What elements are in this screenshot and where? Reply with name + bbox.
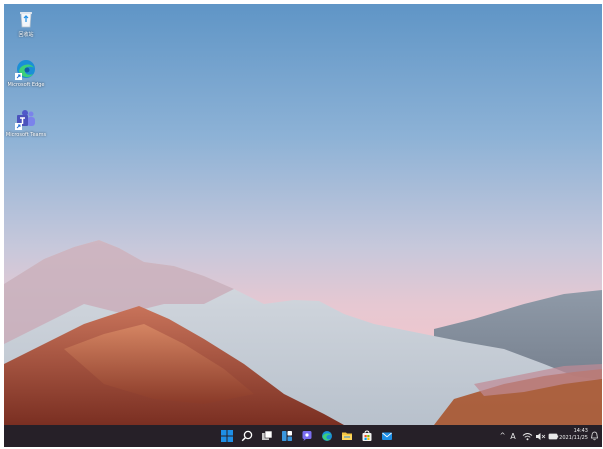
mail-icon [382,432,392,440]
desktop-icon-label: Microsoft Teams [5,132,47,138]
desktop-icon-microsoft-edge[interactable]: Microsoft Edge [4,58,48,89]
notifications-icon[interactable] [590,431,599,441]
store-icon [362,430,372,441]
show-hidden-icons-button[interactable]: ^ [498,432,507,440]
desktop-icon-microsoft-teams[interactable]: Microsoft Teams [4,108,48,139]
mail-button[interactable] [380,429,394,443]
taskbar[interactable]: ^ A 14:43 2021/11/25 [4,425,602,447]
edge-icon [322,431,332,441]
task-view-button[interactable] [260,429,274,443]
edge-icon [15,58,37,80]
file-explorer-button[interactable] [340,429,354,443]
recycle-bin-icon [15,8,37,30]
chat-icon [302,431,312,441]
start-icon [221,430,233,442]
teams-icon [15,108,37,130]
wifi-icon[interactable] [522,432,533,441]
input-indicator[interactable]: A [507,432,519,441]
clock-time: 14:43 [573,428,588,434]
shortcut-arrow-icon [15,123,22,130]
chat-button[interactable] [300,429,314,443]
desktop-icon-label: 回收站 [18,32,34,38]
search-button[interactable] [240,429,254,443]
file-explorer-icon [342,432,352,440]
search-icon [241,430,253,442]
store-button[interactable] [360,429,374,443]
desktop-icon-recycle-bin[interactable]: 回收站 [4,8,48,39]
start-button[interactable] [220,429,234,443]
battery-icon[interactable] [548,432,559,441]
desktop[interactable]: 回收站 Microsoft Edge Microsoft Teams ^ A 1… [4,4,602,447]
clock[interactable]: 14:43 2021/11/25 [559,428,588,442]
clock-date: 2021/11/25 [559,435,588,441]
shortcut-arrow-icon [15,73,22,80]
widgets-icon [282,431,292,441]
edge-button[interactable] [320,429,334,443]
desktop-icon-label: Microsoft Edge [7,82,45,88]
widgets-button[interactable] [280,429,294,443]
task-view-icon [262,430,273,440]
wallpaper-mountains [4,240,602,425]
volume-muted-icon[interactable] [535,432,546,441]
